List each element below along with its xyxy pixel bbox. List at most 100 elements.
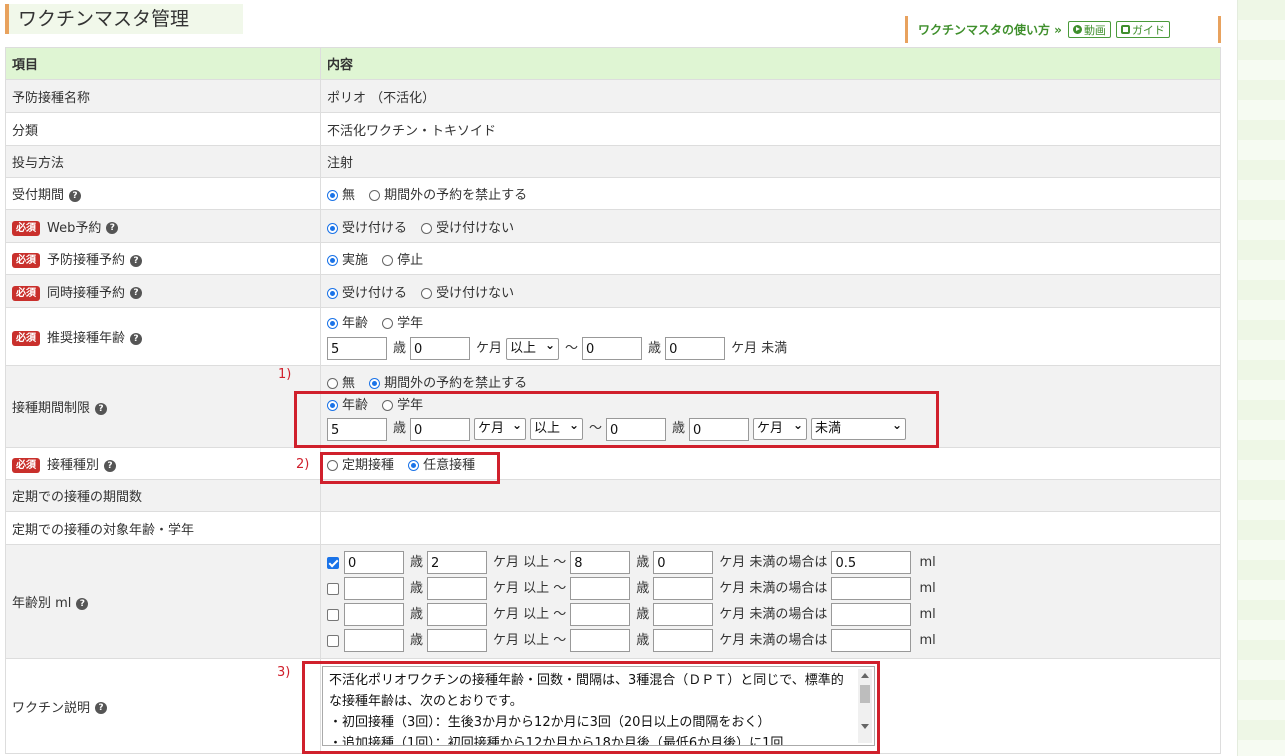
- reservation-label: 予防接種予約: [47, 253, 126, 268]
- simultaneous-row-label: 必須 同時接種予約?: [5, 274, 321, 308]
- unit-months: ケ月: [476, 340, 503, 356]
- unit-months-case: ケ月 未満の場合は: [719, 632, 828, 648]
- ml-from-years-input[interactable]: [344, 629, 404, 652]
- radio-label: 学年: [397, 316, 424, 331]
- reservation-option-enable[interactable]: 実施: [327, 253, 368, 268]
- recommended-age-option-grade[interactable]: 学年: [382, 316, 423, 331]
- help-link[interactable]: ワクチンマスタの使い方 »: [918, 21, 1062, 38]
- required-badge: 必須: [12, 220, 40, 236]
- simultaneous-option-reject[interactable]: 受け付けない: [421, 286, 514, 301]
- required-badge: 必須: [12, 331, 40, 346]
- radio-icon: [382, 318, 394, 329]
- unit-ml: ml: [919, 554, 936, 570]
- web-option-reject[interactable]: 受け付けない: [421, 221, 514, 236]
- ml-amount-input[interactable]: [831, 629, 912, 652]
- reception-row-label: 受付期間?: [5, 177, 321, 210]
- ml-to-years-input[interactable]: [570, 629, 631, 652]
- rec-from-months-input[interactable]: 0: [410, 337, 471, 360]
- page-title: ワクチンマスタ管理: [5, 4, 243, 34]
- category-value: 不活化ワクチン・トキソイド: [320, 112, 1221, 146]
- unit-years: 歳: [410, 580, 424, 596]
- reservation-option-stop[interactable]: 停止: [382, 253, 423, 268]
- ml-to-months-input[interactable]: [653, 577, 714, 600]
- ml-from-years-input[interactable]: [344, 577, 404, 600]
- ml-to-years-input[interactable]: 8: [570, 551, 631, 574]
- help-icon[interactable]: ?: [95, 702, 108, 714]
- age-ml-controls: 0 歳 2 ケ月 以上 ～ 8 歳 0 ケ月 未満の場合は 0.5 ml 歳ケ月 以上 ～歳ケ月 未…: [320, 544, 1221, 659]
- annotation-label-1: 1): [278, 367, 292, 382]
- period-limit-option-prohibit[interactable]: 期間外の予約を禁止する: [369, 376, 527, 391]
- ml-amount-input[interactable]: [831, 577, 912, 600]
- rec-from-years-input[interactable]: 5: [327, 337, 387, 360]
- rec-to-months-input[interactable]: 0: [665, 337, 726, 360]
- age-ml-row: 0 歳 2 ケ月 以上 ～ 8 歳 0 ケ月 未満の場合は 0.5 ml: [327, 551, 1214, 574]
- ml-from-months-input[interactable]: [427, 603, 488, 626]
- help-icon[interactable]: ?: [130, 254, 143, 267]
- reception-option-prohibit[interactable]: 期間外の予約を禁止する: [369, 188, 527, 203]
- radio-label: 年齢: [342, 316, 369, 331]
- help-icon[interactable]: ?: [130, 332, 143, 345]
- video-button[interactable]: 動画: [1067, 21, 1111, 38]
- annotation-box-2: [320, 452, 500, 484]
- help-icon[interactable]: ?: [76, 597, 89, 610]
- ml-from-months-input[interactable]: [427, 629, 488, 652]
- ml-from-years-input[interactable]: [344, 603, 404, 626]
- period-limit-option-none[interactable]: 無: [327, 376, 355, 391]
- radio-label: 停止: [397, 253, 424, 268]
- reception-option-none[interactable]: 無: [327, 188, 355, 203]
- unit-years: 歳: [410, 606, 424, 622]
- ml-to-months-input[interactable]: 0: [653, 551, 714, 574]
- rec-to-years-input[interactable]: 0: [582, 337, 643, 360]
- radio-label: 実施: [342, 253, 369, 268]
- web-options: 受け付ける 受け付けない: [320, 209, 1221, 243]
- ml-amount-input[interactable]: [831, 603, 912, 626]
- radio-label: 無: [342, 188, 356, 203]
- reception-options: 無 期間外の予約を禁止する: [320, 177, 1221, 210]
- ml-from-months-input[interactable]: 2: [427, 551, 488, 574]
- radio-label: 期間外の予約を禁止する: [384, 375, 528, 391]
- periodic-count-value: [320, 479, 1221, 512]
- radio-icon: [327, 287, 338, 299]
- web-option-accept[interactable]: 受け付ける: [327, 221, 407, 236]
- ml-to-months-input[interactable]: [653, 629, 714, 652]
- ml-from-years-input[interactable]: 0: [344, 551, 404, 574]
- ml-to-years-input[interactable]: [570, 577, 631, 600]
- simultaneous-label: 同時接種予約: [47, 285, 126, 301]
- unit-years: 歳: [393, 340, 407, 356]
- radio-icon: [382, 255, 394, 266]
- radio-label: 受け付けない: [436, 220, 515, 236]
- name-value: ポリオ （不活化）: [320, 79, 1221, 113]
- help-icon[interactable]: ?: [130, 287, 143, 299]
- periodic-target-label: 定期での接種の対象年齢・学年: [5, 511, 321, 545]
- radio-icon: [327, 222, 338, 234]
- recommended-age-label: 推奨接種年齢: [47, 331, 126, 346]
- age-ml-checkbox[interactable]: [327, 608, 339, 621]
- unit-ml: ml: [919, 632, 936, 648]
- help-icon[interactable]: ?: [104, 459, 117, 472]
- help-icon[interactable]: ?: [106, 222, 119, 234]
- age-ml-row-label: 年齢別 ml?: [5, 544, 321, 659]
- reservation-row-label: 必須 予防接種予約?: [5, 242, 321, 275]
- age-ml-checkbox[interactable]: [327, 582, 339, 595]
- name-label: 予防接種名称: [5, 79, 321, 113]
- simultaneous-option-accept[interactable]: 受け付ける: [327, 286, 407, 301]
- ml-amount-input[interactable]: 0.5: [831, 551, 912, 574]
- unit-years: 歳: [636, 554, 650, 570]
- radio-icon: [327, 318, 338, 329]
- unit-years: 歳: [636, 606, 650, 622]
- help-icon[interactable]: ?: [69, 189, 82, 202]
- recommended-age-option-age[interactable]: 年齢: [327, 316, 368, 331]
- unit-ml: ml: [919, 606, 936, 622]
- guide-button[interactable]: ガイド: [1115, 21, 1170, 38]
- video-button-label: 動画: [1083, 23, 1106, 37]
- period-limit-label: 接種期間制限: [12, 401, 91, 416]
- help-icon[interactable]: ?: [95, 402, 108, 415]
- ml-to-years-input[interactable]: [570, 603, 631, 626]
- ml-to-months-input[interactable]: [653, 603, 714, 626]
- ml-from-months-input[interactable]: [427, 577, 488, 600]
- age-ml-row: 歳 ケ月 以上 ～ 歳 ケ月 未満の場合は ml: [327, 629, 1214, 652]
- annotation-box-3: [302, 661, 880, 754]
- age-ml-checkbox[interactable]: [327, 634, 339, 647]
- age-ml-checkbox[interactable]: [327, 556, 339, 569]
- rec-from-cond-select[interactable]: 以上: [506, 335, 560, 360]
